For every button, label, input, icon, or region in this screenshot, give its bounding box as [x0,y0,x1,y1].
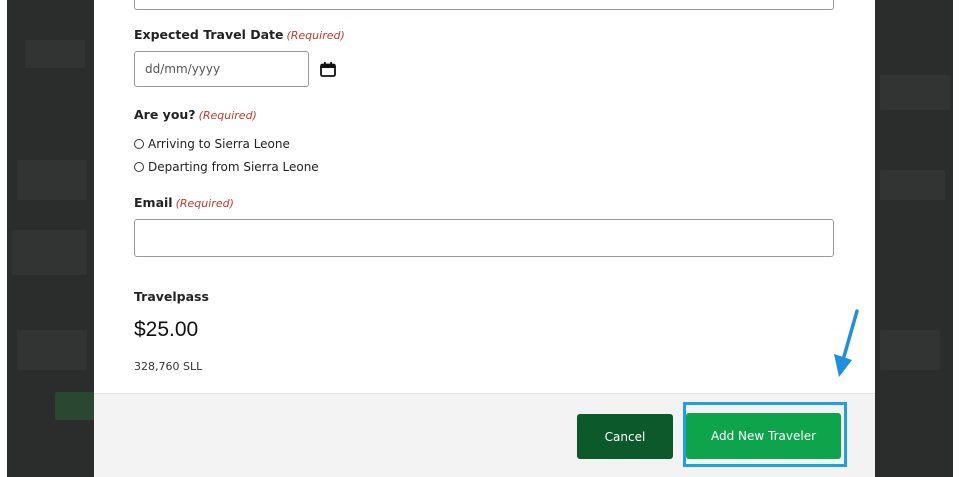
product-name: Travelpass [134,289,209,304]
travel-date-label-text: Expected Travel Date [134,27,284,42]
previous-field-input[interactable] [134,0,834,10]
required-tag: (Required) [175,197,234,210]
backdrop-left [7,0,94,477]
radio-button[interactable] [134,162,144,172]
required-tag: (Required) [286,29,345,42]
required-tag: (Required) [198,109,257,122]
backdrop-element [880,330,940,370]
backdrop-element [25,40,85,68]
radio-arriving-label[interactable]: Arriving to Sierra Leone [148,137,290,151]
radio-departing-label[interactable]: Departing from Sierra Leone [148,160,319,174]
email-label-text: Email [134,195,173,210]
radio-departing[interactable]: Departing from Sierra Leone [134,160,319,174]
are-you-label-text: Are you? [134,107,196,122]
backdrop-element [12,230,87,275]
calendar-icon[interactable] [320,62,336,77]
product-local-price: 328,760 SLL [134,360,203,373]
backdrop-element [17,160,87,200]
are-you-label: Are you? (Required) [134,107,257,122]
travel-date-label: Expected Travel Date (Required) [134,27,345,42]
radio-arriving[interactable]: Arriving to Sierra Leone [134,137,290,151]
backdrop-element [55,392,94,420]
add-new-traveler-button[interactable]: Add New Traveler [686,413,841,459]
add-traveler-modal: Expected Travel Date(Required) Are you?(… [94,0,875,477]
backdrop-element [880,75,950,110]
backdrop-element [880,170,945,200]
email-input[interactable] [134,219,834,257]
modal-footer: Cancel Add New Traveler [94,393,875,477]
cancel-button[interactable]: Cancel [577,414,673,459]
backdrop-right [875,0,953,477]
travel-date-input[interactable] [134,51,309,87]
backdrop-element [17,330,87,370]
email-label: Email (Required) [134,195,234,210]
radio-button[interactable] [134,139,144,149]
screen: Expected Travel Date(Required) Are you?(… [0,0,959,477]
product-price: $25.00 [134,318,199,341]
